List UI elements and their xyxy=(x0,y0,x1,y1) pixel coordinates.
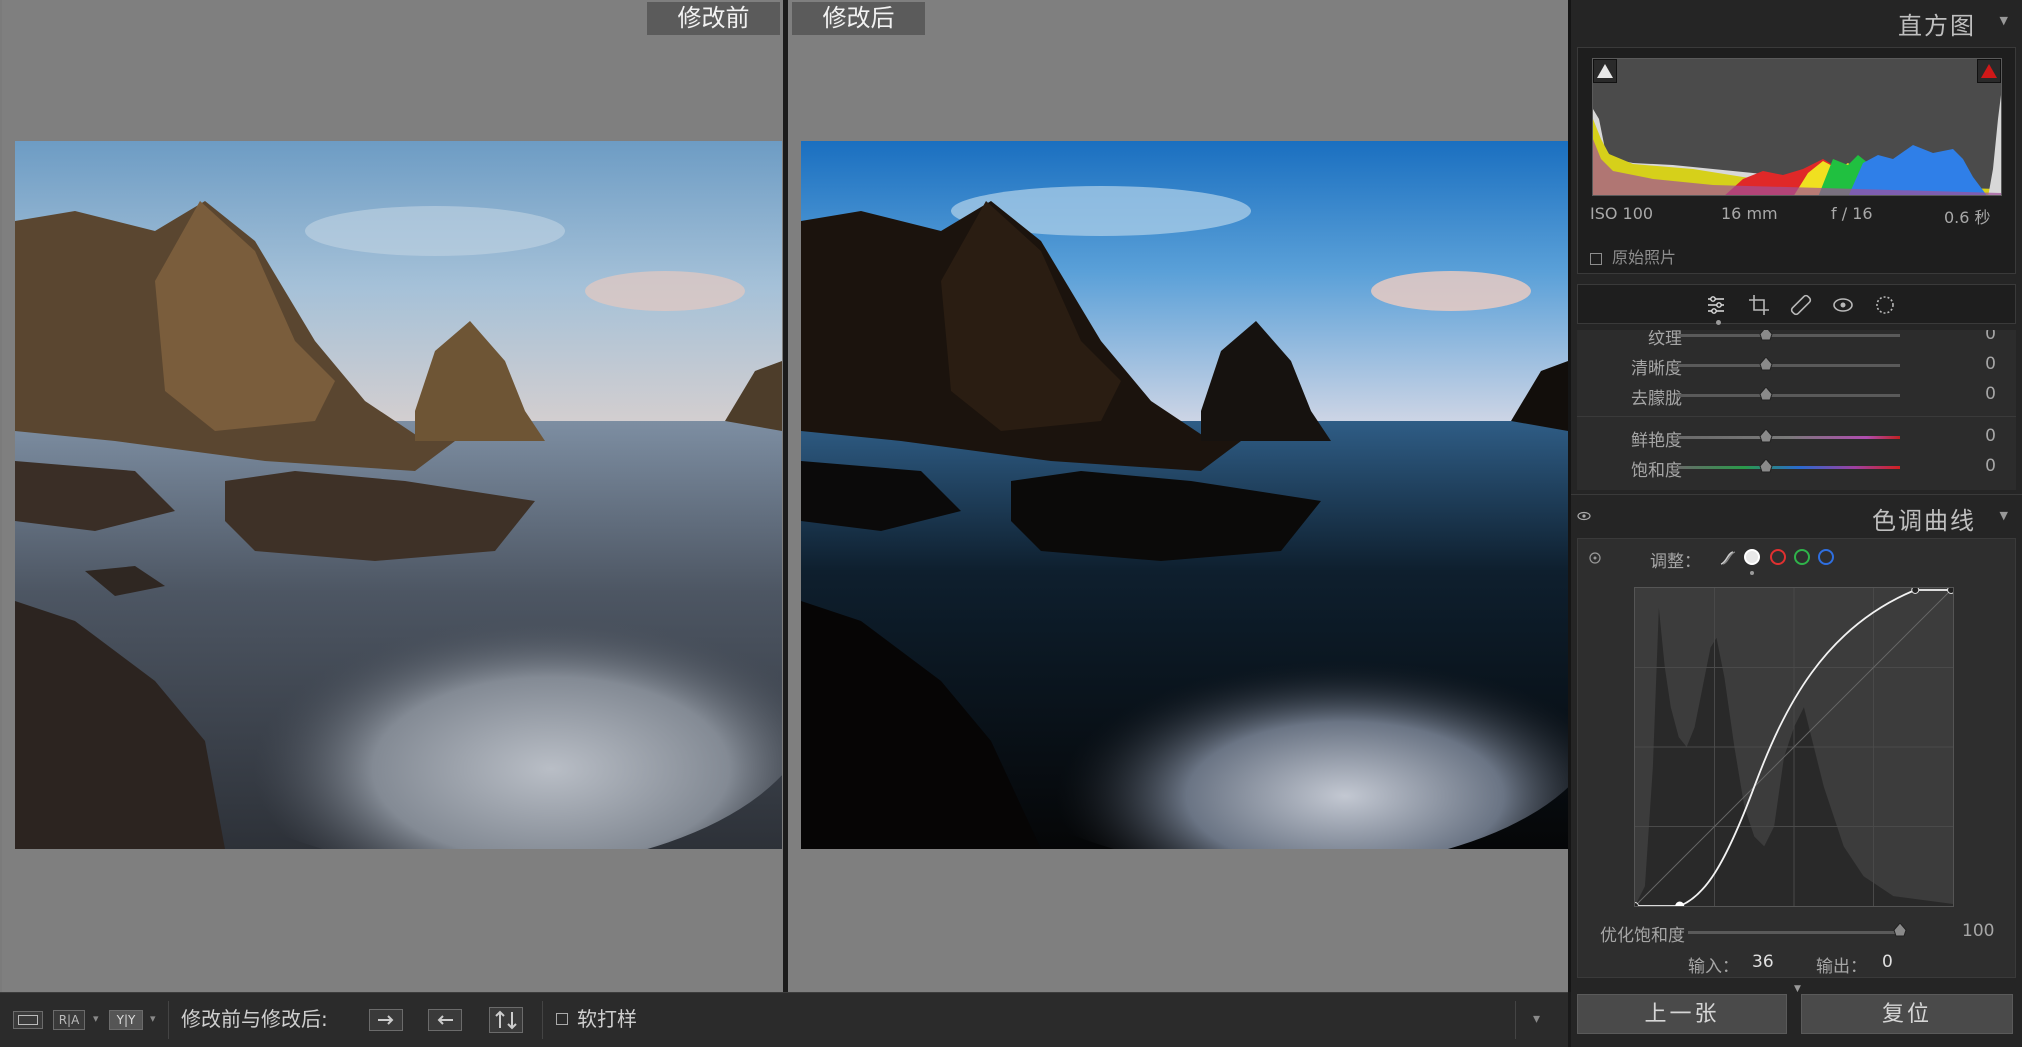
heal-icon[interactable] xyxy=(1787,291,1815,319)
after-pane: 修改后 xyxy=(788,0,1568,992)
before-photo-image xyxy=(15,141,782,849)
chevron-down-icon[interactable]: ▾ xyxy=(1533,1007,1540,1031)
refine-saturation-value: 100 xyxy=(1962,921,1995,941)
histogram-box: ISO 100 16 mm f / 16 0.6 秒 原始照片 xyxy=(1577,47,2016,274)
soft-proof-label: 软打样 xyxy=(577,1007,637,1031)
soft-proof-checkbox[interactable] xyxy=(556,1013,568,1025)
before-pane: 修改前 xyxy=(2,0,783,992)
copy-before-to-after-icon[interactable] xyxy=(369,1009,403,1031)
output-label: 输出： xyxy=(1816,957,1867,977)
parametric-curve-icon[interactable] xyxy=(1718,549,1736,567)
slider-knob[interactable] xyxy=(1759,387,1773,401)
original-photo-label: 原始照片 xyxy=(1612,248,1677,267)
before-label: 修改前 xyxy=(647,2,780,35)
histogram-header[interactable]: 直方图 ▼ xyxy=(1571,0,2022,42)
tone-curve-header[interactable]: 色调曲线 ▼ xyxy=(1571,494,2022,536)
slider-dehaze[interactable]: 去朦胧 0 xyxy=(1577,384,2016,409)
shutter-readout: 0.6 秒 xyxy=(1944,208,1991,227)
view-split-icon[interactable]: R|A xyxy=(53,1010,85,1030)
after-photo[interactable] xyxy=(801,141,1568,849)
right-panel: 直方图 ▼ ISO 100 16 mm f / 16 0.6 秒 原始照片 纹理… xyxy=(1571,0,2022,1047)
input-label: 输入： xyxy=(1688,957,1739,977)
eye-icon[interactable] xyxy=(1577,509,1591,523)
shadow-clipping-icon[interactable] xyxy=(1593,59,1617,83)
histogram-chart xyxy=(1593,95,2001,195)
tone-curve-box: 调整： 优化饱和度 100 输入： 36 输出： 0 xyxy=(1577,538,2016,978)
compare-view: 修改前 修改后 xyxy=(0,0,1571,992)
after-photo-image xyxy=(801,141,1568,849)
bottom-toolbar: R|A ▾ Y|Y ▾ 修改前与修改后: 软打样 ▾ xyxy=(0,992,1568,1047)
channel-red-icon[interactable] xyxy=(1770,549,1786,565)
copy-after-to-before-icon[interactable] xyxy=(428,1009,462,1031)
iso-readout: ISO 100 xyxy=(1590,204,1654,223)
focal-length-readout: 16 mm xyxy=(1721,204,1778,223)
slider-knob[interactable] xyxy=(1759,357,1773,371)
crop-icon[interactable] xyxy=(1745,291,1773,319)
chevron-down-icon[interactable]: ▾ xyxy=(150,1007,156,1031)
highlight-clipping-icon[interactable] xyxy=(1977,59,2001,83)
mask-icon[interactable] xyxy=(1871,291,1899,319)
output-value: 0 xyxy=(1882,952,1893,972)
swap-icon[interactable] xyxy=(489,1007,523,1033)
reset-button[interactable]: 复位 xyxy=(1801,994,2013,1034)
slider-knob[interactable] xyxy=(1759,429,1773,443)
before-after-label: 修改前与修改后: xyxy=(181,1007,328,1031)
before-photo[interactable] xyxy=(15,141,782,849)
panel-end-triangle-icon: ▼ xyxy=(1794,984,1801,994)
refine-saturation-track[interactable] xyxy=(1688,931,1903,934)
chevron-down-icon[interactable]: ▾ xyxy=(93,1007,99,1031)
slider-knob[interactable] xyxy=(1759,459,1773,473)
tone-curve-graph[interactable] xyxy=(1634,587,1954,907)
collapse-triangle-icon[interactable]: ▼ xyxy=(2000,14,2008,27)
previous-button[interactable]: 上一张 xyxy=(1577,994,1787,1034)
refine-saturation-knob[interactable] xyxy=(1893,923,1907,937)
channel-green-icon[interactable] xyxy=(1794,549,1810,565)
edit-sliders-icon[interactable] xyxy=(1702,291,1730,319)
slider-vibrance[interactable]: 鲜艳度 0 xyxy=(1577,426,2016,451)
adjust-label: 调整： xyxy=(1650,552,1701,572)
original-photo-toggle[interactable]: 原始照片 xyxy=(1590,244,1676,268)
view-single-icon[interactable] xyxy=(13,1011,43,1029)
tool-strip xyxy=(1577,284,2016,325)
slider-knob[interactable] xyxy=(1759,330,1773,341)
tone-curve-title: 色调曲线 xyxy=(1872,507,1976,535)
view-before-after-icon[interactable]: Y|Y xyxy=(109,1010,143,1030)
tone-curve-chart xyxy=(1635,588,1953,906)
channel-blue-icon[interactable] xyxy=(1818,549,1834,565)
slider-saturation[interactable]: 饱和度 0 xyxy=(1577,456,2016,481)
aperture-readout: f / 16 xyxy=(1831,204,1873,223)
slider-clarity[interactable]: 清晰度 0 xyxy=(1577,354,2016,379)
slider-texture[interactable]: 纹理 0 xyxy=(1577,330,2016,349)
histogram-graph xyxy=(1592,58,2002,196)
original-photo-checkbox[interactable] xyxy=(1590,252,1602,265)
histogram-title: 直方图 xyxy=(1898,12,1976,40)
collapse-triangle-icon[interactable]: ▼ xyxy=(2000,509,2008,522)
target-adjust-icon[interactable] xyxy=(1588,551,1602,565)
red-eye-icon[interactable] xyxy=(1829,291,1857,319)
refine-saturation-label: 优化饱和度 xyxy=(1600,926,1685,946)
channel-rgb-icon[interactable] xyxy=(1744,549,1760,565)
input-value: 36 xyxy=(1752,952,1774,972)
after-label: 修改后 xyxy=(792,2,925,35)
basic-adjustments: 纹理 0 清晰度 0 去朦胧 0 鲜艳度 0 饱和度 0 xyxy=(1577,330,2016,490)
